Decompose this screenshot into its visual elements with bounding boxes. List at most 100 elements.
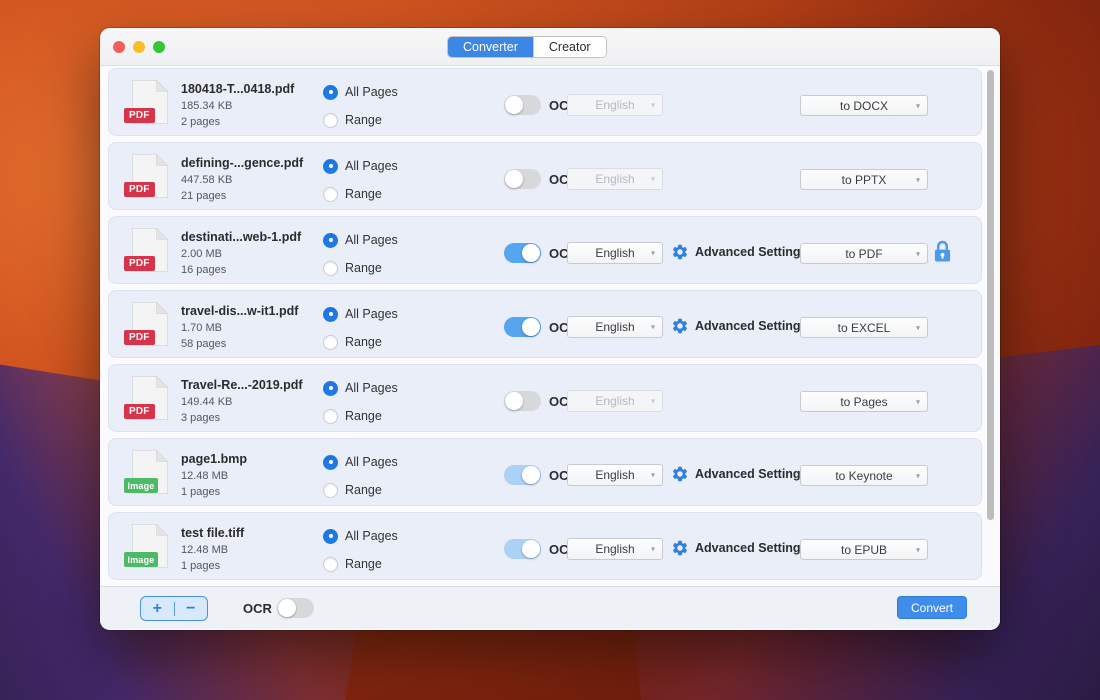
scrollbar[interactable] [987, 70, 994, 520]
remove-file-button[interactable]: − [175, 599, 208, 619]
page-range-options: All Pages Range [323, 304, 398, 360]
radio-unselected-icon [323, 556, 338, 572]
radio-selected-icon [323, 232, 338, 248]
gear-icon [671, 539, 689, 557]
file-meta: page1.bmp 12.48 MB 1 pages [181, 452, 319, 498]
range-label: Range [345, 261, 382, 275]
file-meta: travel-dis...w-it1.pdf 1.70 MB 58 pages [181, 304, 319, 350]
file-badge: Image [124, 478, 159, 493]
advanced-settings-label: Advanced Settings [695, 467, 808, 481]
page-range-options: All Pages Range [323, 378, 398, 434]
dropdown-caret-icon: ▾ [650, 470, 655, 480]
range-radio[interactable]: Range [323, 480, 398, 500]
ocr-toggle[interactable] [504, 243, 541, 263]
minimize-window-button[interactable] [133, 41, 145, 53]
language-select[interactable]: English ▾ [567, 464, 663, 486]
file-page-count: 2 pages [181, 116, 221, 128]
file-type-icon: Image [124, 523, 171, 571]
file-badge: PDF [124, 404, 155, 419]
language-select[interactable]: English ▾ [567, 538, 663, 560]
range-label: Range [345, 113, 382, 127]
file-size: 2.00 MB [181, 248, 222, 260]
file-list-panel: PDF 180418-T...0418.pdf 185.34 KB 2 page… [100, 66, 1000, 629]
file-size: 149.44 KB [181, 396, 233, 408]
add-file-button[interactable]: + [141, 599, 174, 619]
file-row: PDF travel-dis...w-it1.pdf 1.70 MB 58 pa… [108, 290, 982, 358]
format-select[interactable]: to PPTX ▾ [800, 169, 928, 190]
dropdown-caret-icon: ▾ [650, 544, 655, 554]
dropdown-caret-icon: ▾ [915, 248, 920, 258]
window-controls [113, 41, 165, 53]
dropdown-caret-icon: ▾ [915, 322, 920, 332]
ocr-toggle[interactable] [504, 169, 541, 189]
file-name: defining-...gence.pdf [181, 156, 304, 170]
tab-converter[interactable]: Converter [448, 37, 533, 57]
all-pages-radio[interactable]: All Pages [323, 82, 398, 102]
ocr-toggle[interactable] [504, 465, 541, 485]
gear-icon [671, 243, 689, 261]
file-type-icon: PDF [124, 375, 171, 423]
zoom-window-button[interactable] [153, 41, 165, 53]
radio-selected-icon [323, 380, 338, 396]
advanced-settings[interactable]: Advanced Settings [671, 465, 808, 483]
range-label: Range [345, 557, 382, 571]
format-select[interactable]: to EPUB ▾ [800, 539, 928, 560]
range-radio[interactable]: Range [323, 554, 398, 574]
ocr-toggle[interactable] [504, 391, 541, 411]
language-select[interactable]: English ▾ [567, 94, 663, 116]
all-pages-radio[interactable]: All Pages [323, 378, 398, 398]
format-select[interactable]: to Pages ▾ [800, 391, 928, 412]
advanced-settings[interactable]: Advanced Settings [671, 539, 808, 557]
range-radio[interactable]: Range [323, 258, 398, 278]
format-select[interactable]: to Keynote ▾ [800, 465, 928, 486]
all-pages-label: All Pages [345, 233, 398, 247]
add-remove-group: + − [140, 596, 208, 621]
file-badge: PDF [124, 330, 155, 345]
footer-toolbar: + − OCR Convert [100, 586, 1000, 629]
close-window-button[interactable] [113, 41, 125, 53]
file-type-icon: PDF [124, 153, 171, 201]
dropdown-caret-icon: ▾ [915, 470, 920, 480]
all-pages-radio[interactable]: All Pages [323, 156, 398, 176]
lock-icon[interactable] [933, 240, 953, 264]
file-list: PDF 180418-T...0418.pdf 185.34 KB 2 page… [108, 68, 982, 586]
format-select[interactable]: to PDF ▾ [800, 243, 928, 264]
language-select[interactable]: English ▾ [567, 168, 663, 190]
range-label: Range [345, 335, 382, 349]
all-pages-radio[interactable]: All Pages [323, 526, 398, 546]
file-meta: 180418-T...0418.pdf 185.34 KB 2 pages [181, 82, 319, 128]
range-radio[interactable]: Range [323, 184, 398, 204]
format-select[interactable]: to DOCX ▾ [800, 95, 928, 116]
language-select[interactable]: English ▾ [567, 390, 663, 412]
language-select[interactable]: English ▾ [567, 316, 663, 338]
convert-button[interactable]: Convert [897, 596, 967, 619]
global-ocr-toggle[interactable] [277, 598, 314, 618]
ocr-toggle[interactable] [504, 539, 541, 559]
range-radio[interactable]: Range [323, 406, 398, 426]
range-radio[interactable]: Range [323, 110, 398, 130]
all-pages-radio[interactable]: All Pages [323, 304, 398, 324]
file-name: 180418-T...0418.pdf [181, 82, 295, 96]
advanced-settings-label: Advanced Settings [695, 541, 808, 555]
file-name: Travel-Re...-2019.pdf [181, 378, 303, 392]
format-value: to Keynote [835, 468, 893, 483]
file-size: 185.34 KB [181, 100, 233, 112]
file-row: Image test file.tiff 12.48 MB 1 pages Al… [108, 512, 982, 580]
dropdown-caret-icon: ▾ [915, 396, 920, 406]
language-select[interactable]: English ▾ [567, 242, 663, 264]
dropdown-caret-icon: ▾ [650, 174, 655, 184]
format-select[interactable]: to EXCEL ▾ [800, 317, 928, 338]
all-pages-radio[interactable]: All Pages [323, 230, 398, 250]
file-name: test file.tiff [181, 526, 245, 540]
all-pages-radio[interactable]: All Pages [323, 452, 398, 472]
all-pages-label: All Pages [345, 455, 398, 469]
file-meta: defining-...gence.pdf 447.58 KB 21 pages [181, 156, 319, 202]
page-range-options: All Pages Range [323, 526, 398, 582]
ocr-toggle[interactable] [504, 317, 541, 337]
advanced-settings[interactable]: Advanced Settings [671, 317, 808, 335]
tab-creator[interactable]: Creator [532, 37, 606, 57]
file-page-count: 58 pages [181, 338, 227, 350]
range-radio[interactable]: Range [323, 332, 398, 352]
ocr-toggle[interactable] [504, 95, 541, 115]
advanced-settings[interactable]: Advanced Settings [671, 243, 808, 261]
